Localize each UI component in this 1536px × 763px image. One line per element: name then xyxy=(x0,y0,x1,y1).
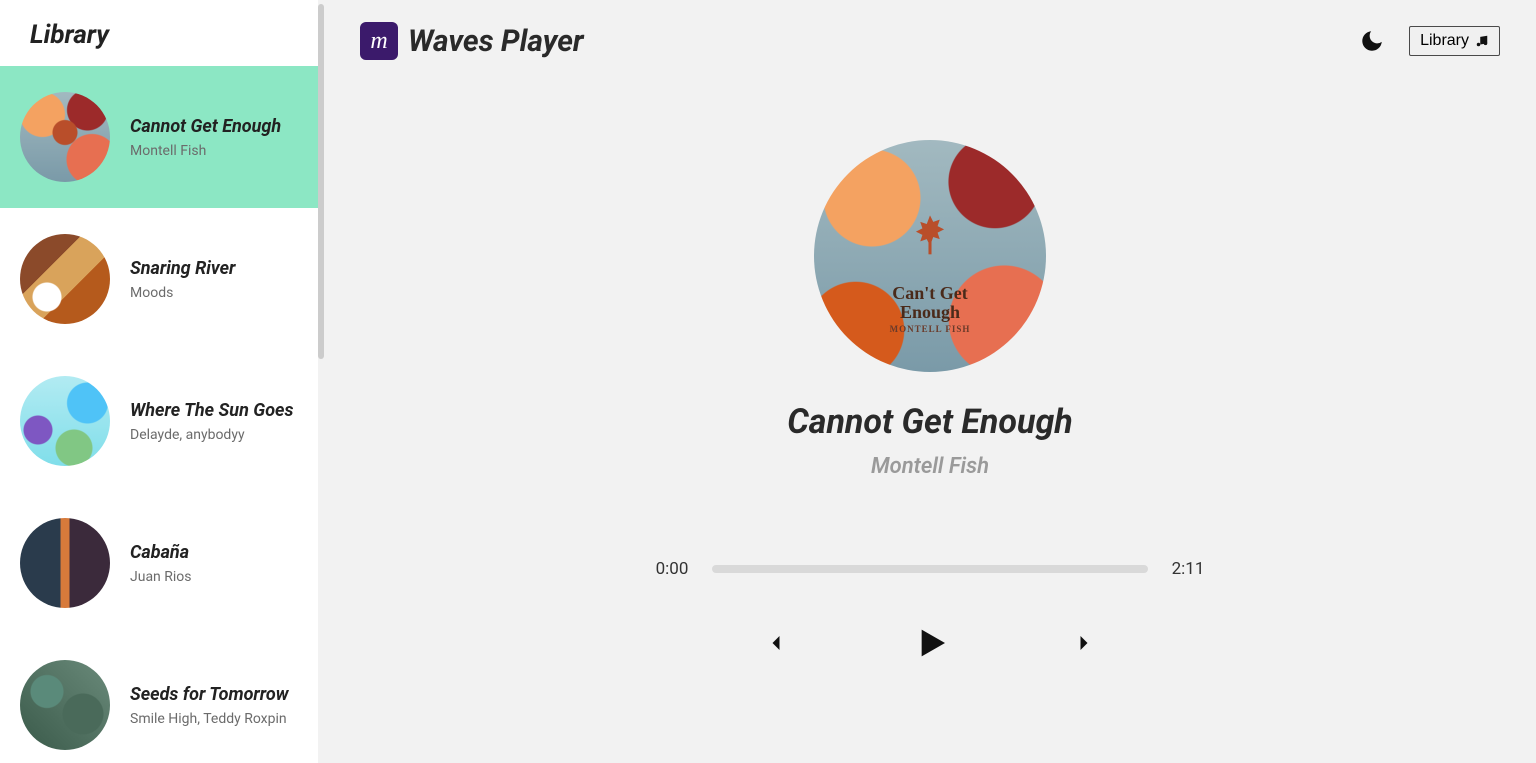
song-title: Where The Sun Goes xyxy=(130,400,293,421)
progress-slider[interactable] xyxy=(712,565,1148,573)
next-button[interactable] xyxy=(1070,629,1098,657)
progress-row: 0:00 2:11 xyxy=(650,559,1210,579)
elapsed-time: 0:00 xyxy=(650,559,694,579)
song-title: Cabaña xyxy=(130,542,192,563)
music-note-icon xyxy=(1475,34,1489,48)
song-artist: Smile High, Teddy Roxpin xyxy=(130,711,289,727)
chevron-right-icon xyxy=(1070,629,1098,657)
library-button-label: Library xyxy=(1420,32,1469,50)
now-playing-artist: Montell Fish xyxy=(871,454,989,479)
album-art-thumb xyxy=(20,376,110,466)
song-title: Cannot Get Enough xyxy=(130,116,281,137)
album-art-thumb xyxy=(20,660,110,750)
chevron-left-icon xyxy=(762,629,790,657)
topbar: m Waves Player Library xyxy=(324,0,1536,60)
dark-mode-toggle[interactable] xyxy=(1357,26,1387,56)
song-title: Snaring River xyxy=(130,258,235,279)
album-art-thumb xyxy=(20,92,110,182)
album-art-thumb xyxy=(20,234,110,324)
song-artist: Delayde, anybodyy xyxy=(130,427,293,443)
player: Can't Get Enough MONTELL FISH Cannot Get… xyxy=(324,60,1536,763)
song-item[interactable]: Seeds for Tomorrow Smile High, Teddy Rox… xyxy=(0,634,318,763)
play-button[interactable] xyxy=(910,623,950,663)
library-button[interactable]: Library xyxy=(1409,26,1500,56)
song-title: Seeds for Tomorrow xyxy=(130,684,289,705)
player-controls xyxy=(762,623,1098,663)
main-panel: m Waves Player Library xyxy=(324,0,1536,763)
song-item[interactable]: Snaring River Moods xyxy=(0,208,318,350)
song-artist: Montell Fish xyxy=(130,143,281,159)
song-artist: Juan Rios xyxy=(130,569,192,585)
maple-leaf-icon xyxy=(904,211,956,263)
cover-text: Can't Get Enough MONTELL FISH xyxy=(890,284,971,334)
app-logo: m xyxy=(360,22,398,60)
previous-button[interactable] xyxy=(762,629,790,657)
play-icon xyxy=(910,623,950,663)
library-sidebar[interactable]: Library Cannot Get Enough Montell Fish S… xyxy=(0,0,318,763)
song-item[interactable]: Cabaña Juan Rios xyxy=(0,492,318,634)
now-playing-title: Cannot Get Enough xyxy=(787,402,1073,442)
song-item[interactable]: Where The Sun Goes Delayde, anybodyy xyxy=(0,350,318,492)
song-artist: Moods xyxy=(130,285,235,301)
sidebar-title: Library xyxy=(0,0,318,66)
moon-icon xyxy=(1359,28,1385,54)
now-playing-art: Can't Get Enough MONTELL FISH xyxy=(814,140,1046,372)
song-item[interactable]: Cannot Get Enough Montell Fish xyxy=(0,66,318,208)
duration-time: 2:11 xyxy=(1166,559,1210,579)
app-title: Waves Player xyxy=(408,24,584,59)
album-art-thumb xyxy=(20,518,110,608)
